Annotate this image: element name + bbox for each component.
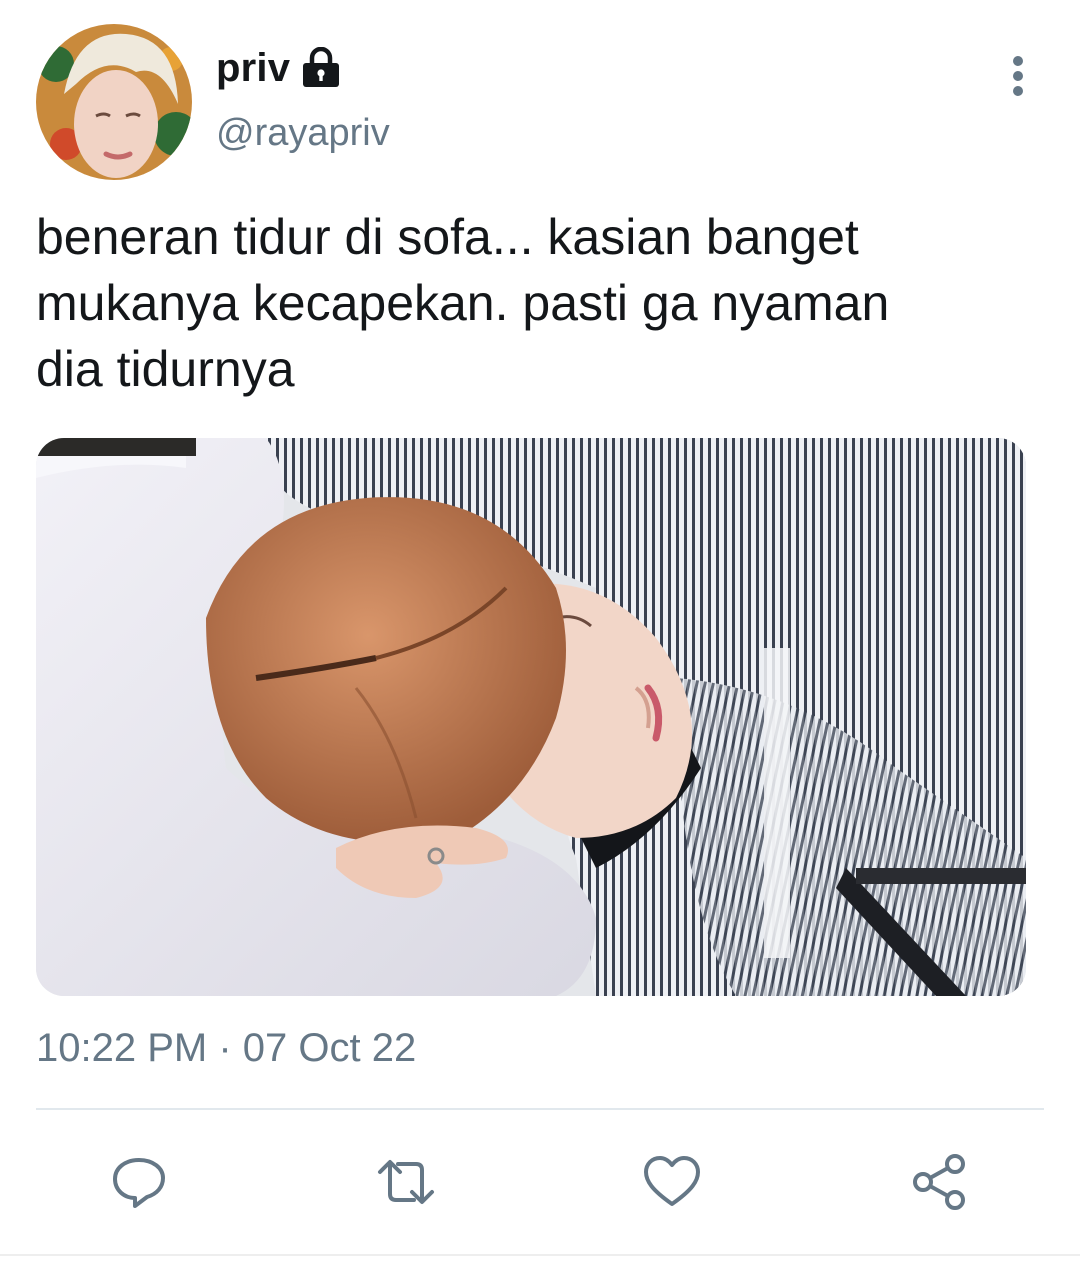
tweet-media-photo[interactable] — [36, 438, 1026, 996]
reply-icon — [113, 1158, 165, 1208]
reply-button[interactable] — [107, 1150, 171, 1214]
avatar-image — [36, 24, 192, 180]
divider — [36, 1108, 1044, 1110]
username-handle[interactable]: @rayapriv — [216, 112, 390, 155]
avatar[interactable] — [36, 24, 192, 180]
author-name-row: priv — [216, 40, 342, 96]
tweet-text: beneran tidur di sofa... kasian banget m… — [36, 209, 890, 397]
photo-sleeping-on-pillow — [36, 438, 1026, 996]
retweet-icon — [378, 1160, 434, 1204]
more-options-button[interactable] — [996, 50, 1040, 102]
lock-icon — [300, 46, 342, 89]
display-name[interactable]: priv — [216, 46, 290, 91]
retweet-button[interactable] — [374, 1150, 438, 1214]
like-button[interactable] — [640, 1150, 704, 1214]
heart-icon — [644, 1156, 700, 1206]
share-icon — [913, 1154, 965, 1210]
bottom-divider — [0, 1254, 1080, 1256]
share-button[interactable] — [907, 1150, 971, 1214]
tweet-timestamp[interactable]: 10:22 PM · 07 Oct 22 — [36, 1026, 416, 1071]
more-vertical-icon — [1013, 56, 1023, 96]
